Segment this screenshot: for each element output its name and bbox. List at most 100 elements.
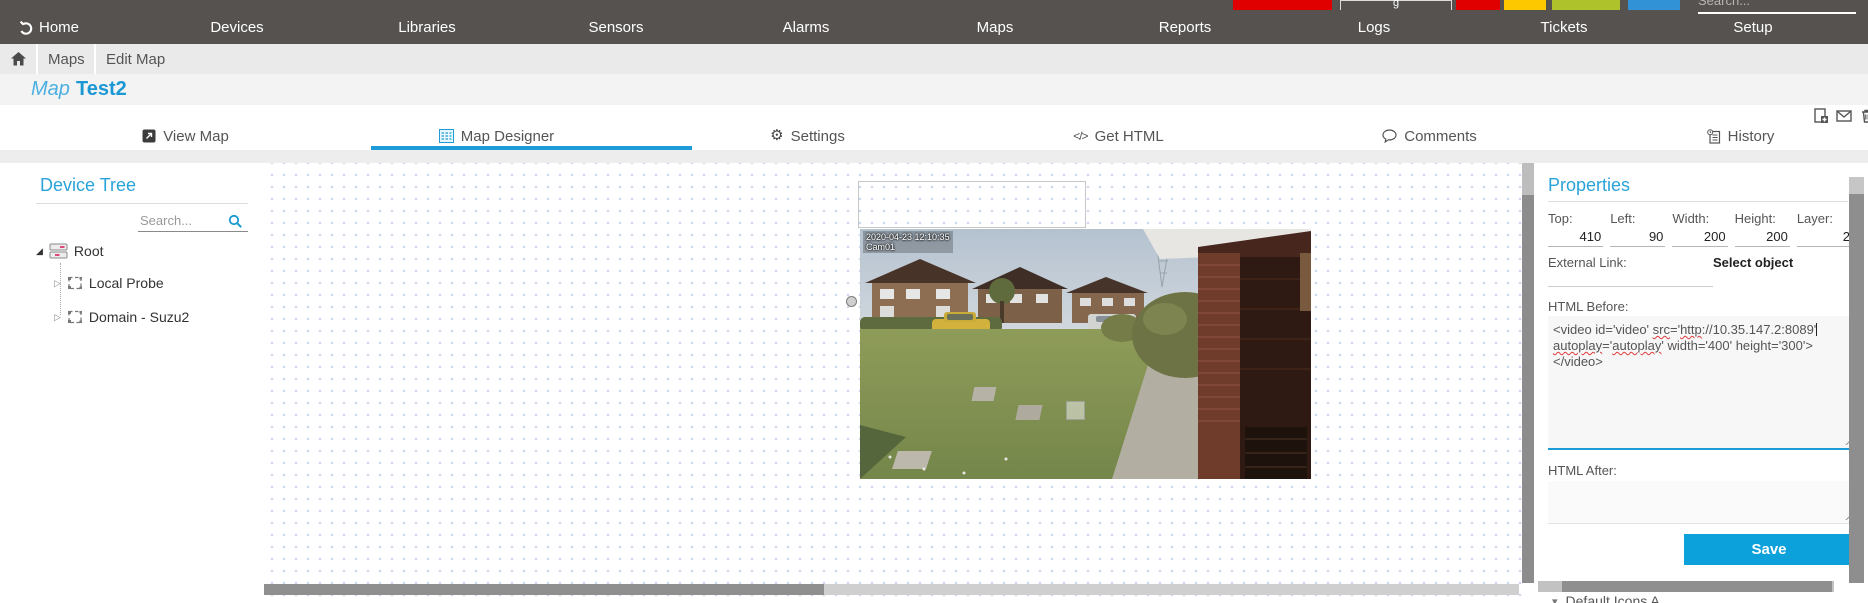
collapse-icon[interactable]: ◢ [36, 246, 43, 257]
layer-input[interactable] [1797, 229, 1852, 247]
main-nav-bar: Home Devices Libraries Sensors Alarms Ma… [0, 10, 1868, 44]
status-box-warning-yellow[interactable] [1504, 0, 1546, 10]
external-link-input[interactable] [1548, 285, 1713, 287]
nav-item-tickets[interactable]: Tickets [1541, 10, 1588, 44]
field-top: Top: [1548, 211, 1601, 247]
status-box-unusual-olive[interactable] [1552, 0, 1620, 10]
prtg-map-editor-page: g Search... Home Devices Libraries Senso… [0, 0, 1868, 603]
expand-icon[interactable]: ▷ [54, 312, 61, 323]
tab-history[interactable]: History [1585, 122, 1868, 150]
nav-item-label: Devices [210, 19, 263, 36]
connection-handle-dot[interactable] [846, 296, 857, 307]
field-layer: Layer: [1797, 211, 1850, 247]
tree-item-root[interactable]: ◢ Root [36, 243, 104, 259]
save-button[interactable]: Save [1684, 534, 1854, 565]
tree-item-label: Root [74, 243, 104, 259]
top-input[interactable] [1548, 229, 1603, 247]
default-icons-toggle[interactable]: ▾ Default Icons A [1552, 593, 1660, 603]
tab-label: Get HTML [1095, 128, 1164, 145]
map-canvas[interactable]: 2020-04-23 12:10:35 Cam01 [262, 163, 1522, 603]
search-input[interactable] [138, 211, 228, 231]
tab-map-designer[interactable]: Map Designer [341, 122, 652, 150]
nav-item-sensors[interactable]: Sensors [588, 10, 643, 44]
breadcrumb-item-maps[interactable]: Maps [48, 44, 85, 74]
tree-item-domain-suzu2[interactable]: ▷ Domain - Suzu2 [54, 309, 189, 325]
status-box-selected[interactable]: g [1340, 0, 1452, 10]
tab-label: Settings [791, 128, 845, 145]
house-icon [11, 52, 26, 66]
expand-icon[interactable]: ▷ [54, 278, 61, 289]
html-before-editor[interactable]: <video id='video' src='http://10.35.147.… [1548, 316, 1856, 450]
html-after-editor[interactable] [1548, 481, 1856, 524]
nav-item-home[interactable]: Home [18, 10, 79, 44]
status-box-alarms-red-wide[interactable] [1233, 0, 1332, 10]
status-strip: g Search... [0, 0, 1868, 10]
history-icon [1707, 129, 1721, 144]
selection-rect[interactable] [858, 181, 1086, 228]
status-box-alarms-red[interactable] [1456, 0, 1500, 10]
home-icon[interactable] [0, 44, 36, 74]
nav-item-setup[interactable]: Setup [1733, 10, 1772, 44]
canvas-vertical-scrollbar[interactable] [1522, 163, 1534, 583]
properties-vertical-scrollbar[interactable] [1849, 177, 1864, 583]
gear-icon: ⚙ [770, 129, 783, 143]
comment-icon [1382, 129, 1397, 143]
camera-timestamp: 2020-04-23 12:10:35 [866, 232, 950, 242]
scrollbar-thumb[interactable] [264, 584, 824, 595]
object-resize-handle[interactable] [1066, 401, 1085, 420]
properties-horizontal-scrollbar[interactable] [1538, 581, 1834, 592]
canvas-horizontal-scrollbar[interactable] [264, 584, 1519, 595]
code-icon: </> [1073, 129, 1087, 143]
topbar-search-input[interactable]: Search... [1698, 0, 1750, 8]
nav-item-devices[interactable]: Devices [210, 10, 263, 44]
select-object-button[interactable]: Select object [1713, 255, 1793, 270]
tab-comments[interactable]: Comments [1274, 122, 1585, 150]
tree-item-label: Domain - Suzu2 [89, 309, 189, 325]
nav-item-label: Tickets [1541, 19, 1588, 36]
height-input[interactable] [1735, 229, 1790, 247]
tab-settings[interactable]: ⚙ Settings [652, 122, 963, 150]
topbar-search-underline [1698, 12, 1856, 14]
width-input[interactable] [1672, 229, 1727, 247]
nav-item-label: Libraries [398, 19, 456, 36]
nav-item-libraries[interactable]: Libraries [398, 10, 456, 44]
nav-item-label: Maps [977, 19, 1014, 36]
scrollbar-thumb[interactable] [1522, 163, 1534, 195]
nav-item-label: Sensors [588, 19, 643, 36]
nav-item-reports[interactable]: Reports [1159, 10, 1212, 44]
field-label: Height: [1735, 211, 1788, 229]
tab-get-html[interactable]: </> Get HTML [963, 122, 1274, 150]
breadcrumb-item-edit-map[interactable]: Edit Map [106, 44, 165, 74]
device-tree-search [138, 211, 248, 232]
nav-item-label: Home [39, 19, 79, 36]
device-tree-title: Device Tree [40, 175, 136, 196]
scrollbar-thumb[interactable] [1562, 581, 1832, 592]
tab-bar: View Map Map Designer ⚙ Settings </> Get H… [30, 122, 1868, 150]
tab-bar-shadow [0, 150, 1868, 163]
status-box-paused-blue[interactable] [1628, 0, 1680, 10]
nav-item-label: Setup [1733, 19, 1772, 36]
camera-object[interactable]: 2020-04-23 12:10:35 Cam01 [860, 229, 1311, 479]
field-label: Left: [1610, 211, 1663, 229]
html-before-label: HTML Before: [1548, 299, 1628, 314]
scrollbar-thumb[interactable] [1849, 177, 1864, 194]
left-input[interactable] [1610, 229, 1665, 247]
camera-name: Cam01 [866, 242, 950, 252]
tree-item-local-probe[interactable]: ▷ Local Probe [54, 275, 164, 291]
nav-item-alarms[interactable]: Alarms [783, 10, 830, 44]
map-designer-icon [439, 129, 454, 143]
nav-item-label: Reports [1159, 19, 1212, 36]
external-link-label: External Link: [1548, 255, 1627, 270]
search-icon[interactable] [228, 214, 243, 229]
breadcrumb-label: Maps [48, 51, 85, 68]
field-width: Width: [1672, 211, 1725, 247]
camera-snapshot [860, 229, 1311, 479]
nav-item-logs[interactable]: Logs [1358, 10, 1391, 44]
tab-view-map[interactable]: View Map [30, 122, 341, 150]
page-title: Test2 [76, 78, 127, 101]
nav-item-maps[interactable]: Maps [977, 10, 1014, 44]
breadcrumb: Maps Edit Map [0, 44, 1868, 74]
view-map-icon [142, 129, 156, 143]
html-after-label: HTML After: [1548, 463, 1617, 478]
tab-label: Map Designer [461, 128, 554, 145]
